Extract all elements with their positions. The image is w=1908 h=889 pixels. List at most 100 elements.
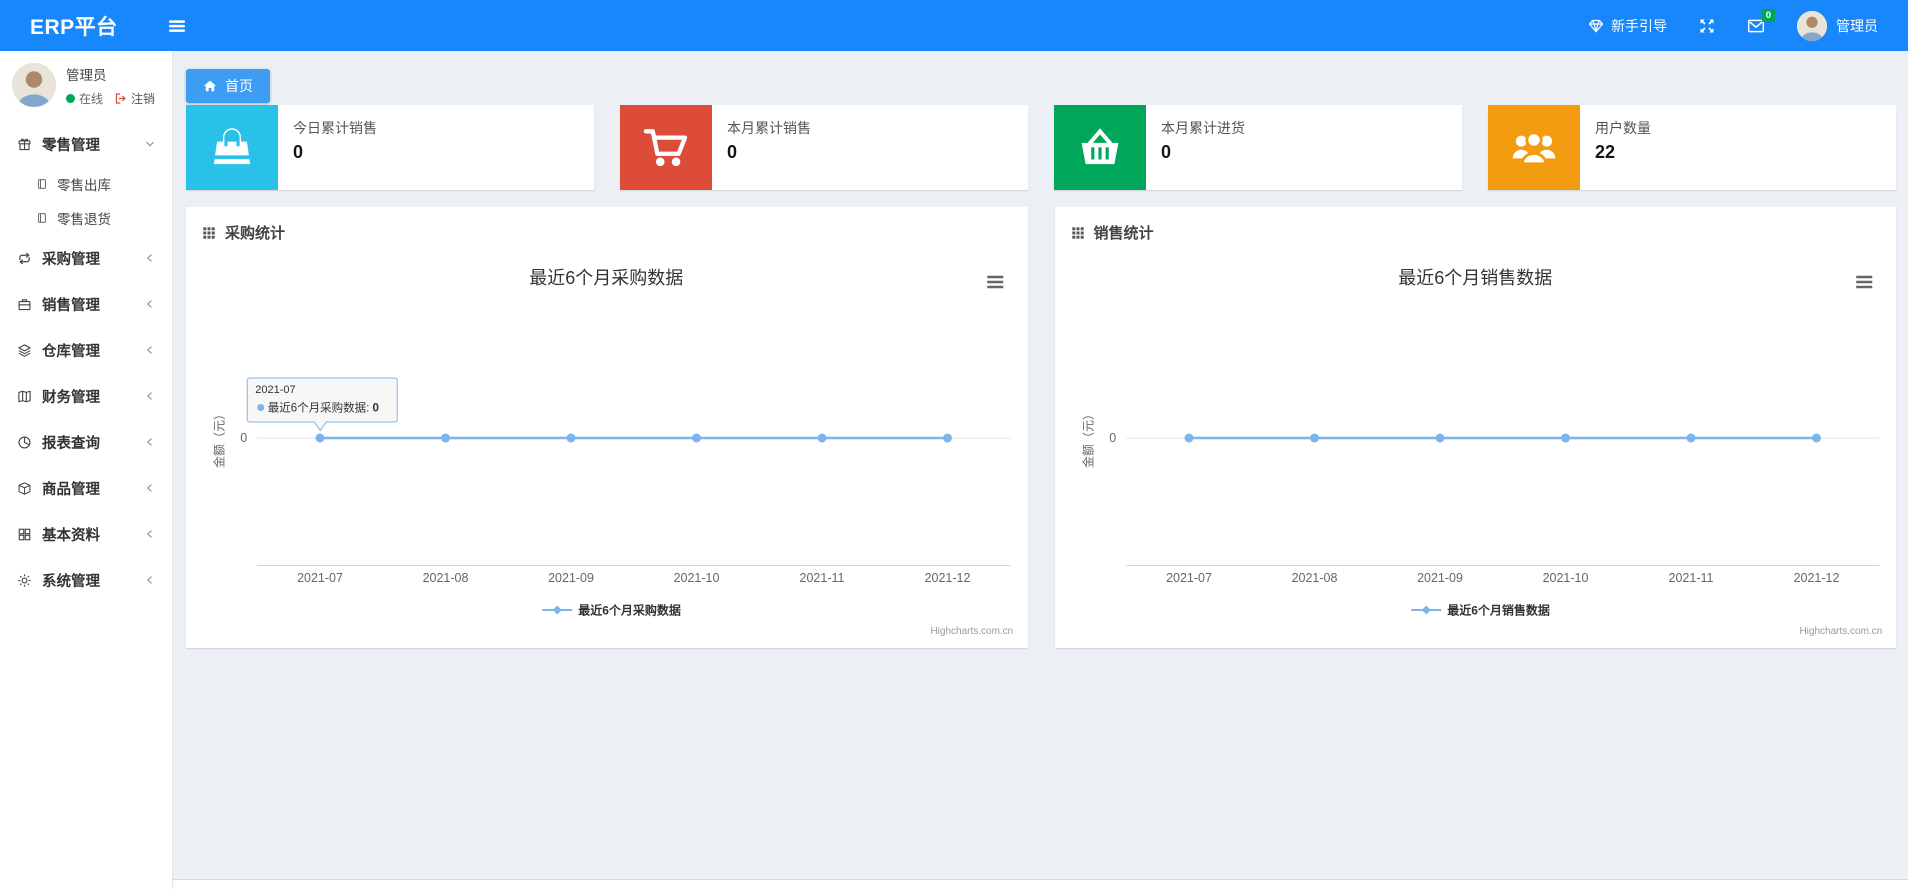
menu-label: 仓库管理: [42, 343, 100, 360]
chart-tooltip: 2021-07 最近6个月采购数据: 0: [246, 377, 398, 432]
stat-card-body: 今日累计销售 0: [278, 105, 392, 190]
sidebar-item-0[interactable]: 零售管理: [0, 121, 172, 167]
x-tick-label: 2021-07: [1166, 571, 1212, 585]
x-tick-label: 2021-09: [548, 571, 594, 585]
panel-title: 采购统计: [225, 225, 286, 242]
sidebar-subitem-0-1[interactable]: 零售退货: [0, 201, 172, 235]
stat-card-body: 本月累计销售 0: [712, 105, 826, 190]
sales-chart: 最近6个月销售数据金额（元） 02021-07 2021-08 2021-09 2021…: [1080, 268, 1882, 637]
navbar-right: 新手引导 0 管理员: [1588, 8, 1908, 41]
sidebar: 管理员 在线 注销 零售管理 零售出库 零售退货 采购管理 销售管理 仓库管理 财务管理 报表…: [0, 51, 173, 889]
footer: [173, 879, 1908, 889]
menu-label: 报表查询: [42, 435, 100, 452]
file-icon: [36, 178, 48, 190]
chart-legend[interactable]: 最近6个月销售数据: [1410, 603, 1550, 618]
sidebar-toggle-button[interactable]: [168, 17, 186, 35]
logout-link[interactable]: 注销: [114, 90, 155, 107]
tab-home[interactable]: 首页: [186, 69, 270, 103]
sidebar-subitem-0-0[interactable]: 零售出库: [0, 167, 172, 201]
chevron-left-icon: [144, 252, 156, 264]
briefcase-icon: [17, 297, 32, 312]
chart-series[interactable]: [315, 433, 953, 443]
sidebar-item-7[interactable]: 基本资料: [0, 511, 172, 557]
x-tick-label: 2021-08: [423, 571, 469, 585]
x-tick-label: 2021-07: [297, 571, 343, 585]
sidebar-item-5[interactable]: 报表查询: [0, 419, 172, 465]
x-tick-label: 2021-11: [1668, 571, 1713, 585]
y-axis-label: 金额（元）: [1080, 408, 1095, 468]
gem-icon: [1588, 18, 1604, 34]
user-menu[interactable]: 管理员: [1797, 10, 1878, 41]
app-logo[interactable]: ERP平台: [0, 11, 118, 41]
logout-label: 注销: [131, 91, 156, 106]
messages-button[interactable]: 0: [1747, 8, 1775, 35]
svg-text:最近6个月采购数据: 最近6个月采购数据: [578, 603, 681, 618]
online-status-dot: [66, 93, 75, 103]
stat-card-0: 今日累计销售 0: [186, 105, 594, 190]
guide-label: 新手引导: [1611, 17, 1667, 34]
sign-out-icon: [114, 92, 127, 105]
sidebar-item-3[interactable]: 仓库管理: [0, 327, 172, 373]
highcharts-credits-link[interactable]: Highcharts.com.cn: [930, 626, 1013, 637]
chevron-left-icon: [144, 344, 156, 356]
sidebar-item-2[interactable]: 销售管理: [0, 281, 172, 327]
layers-icon: [17, 343, 32, 358]
y-tick-label: 0: [1109, 431, 1116, 445]
chevron-left-icon: [144, 390, 156, 402]
stat-card-1: 本月累计销售 0: [620, 105, 1028, 190]
chevron-left-icon: [144, 528, 156, 540]
user-status: 在线 注销: [66, 90, 155, 107]
username: 管理员: [1836, 17, 1878, 34]
erp-dashboard: ERP平台 新手引导 0 管理员 管理员 在线 注销 零售管理 零售出库 零售退…: [0, 0, 1908, 889]
menu-label: 系统管理: [42, 573, 100, 590]
top-navbar: ERP平台 新手引导 0 管理员: [0, 0, 1908, 51]
chevron-left-icon: [144, 574, 156, 586]
guide-link[interactable]: 新手引导: [1588, 16, 1667, 36]
chart-menu-button[interactable]: [1855, 275, 1872, 289]
stat-card-value: 22: [1595, 142, 1616, 162]
fullscreen-button[interactable]: [1699, 18, 1715, 34]
main-content: 首页 今日累计销售 0 本月累计销售 0 本月累计进货 0 用户数量 22 采购统计最近6个月…: [173, 51, 1908, 889]
gear-icon: [17, 573, 32, 588]
chart-menu-button[interactable]: [987, 275, 1004, 289]
x-tick-label: 2021-10: [674, 571, 720, 585]
repeat-icon: [17, 251, 32, 266]
sidebar-menu: 零售管理零售出库零售退货 采购管理销售管理仓库管理财务管理报表查询商品管理基本资料…: [0, 121, 172, 603]
svg-text:2021-07: 2021-07: [255, 384, 295, 396]
pie-chart-icon: [17, 435, 32, 450]
x-tick-label: 2021-12: [1793, 571, 1839, 585]
menu-label: 销售管理: [42, 297, 100, 314]
chart-legend[interactable]: 最近6个月采购数据: [542, 603, 681, 618]
home-icon: [203, 79, 217, 93]
submenu-label: 零售出库: [57, 178, 111, 193]
sidebar-item-1[interactable]: 采购管理: [0, 235, 172, 281]
stat-card-body: 用户数量 22: [1580, 105, 1666, 190]
menu-label: 财务管理: [42, 389, 100, 406]
purchase-stats-panel: 采购统计 最近6个月采购数据 金额（元） 0 2021-07 2021-08 2021-09…: [186, 207, 1028, 648]
th-icon: [1071, 226, 1085, 240]
y-tick-label: 0: [240, 431, 247, 445]
x-tick-label: 2021-11: [800, 571, 845, 585]
stat-card-icon-box: [1488, 105, 1580, 190]
sales-stats-panel: 销售统计 最近6个月销售数据 金额（元） 0 2021-07 2021-08 2021-09…: [1054, 207, 1897, 648]
stat-cards: 今日累计销售 0 本月累计销售 0 本月累计进货 0 用户数量 22: [186, 105, 1896, 190]
chevron-down-icon: [144, 138, 156, 150]
menu-label: 基本资料: [42, 527, 100, 544]
stat-card-body: 本月累计进货 0: [1146, 105, 1260, 190]
highcharts-credits-link[interactable]: Highcharts.com.cn: [1799, 626, 1882, 637]
users-icon: [1511, 125, 1557, 171]
x-tick-label: 2021-08: [1291, 571, 1337, 585]
th-icon: [202, 226, 216, 240]
sidebar-item-4[interactable]: 财务管理: [0, 373, 172, 419]
cart-icon: [643, 125, 689, 171]
menu-label: 零售管理: [42, 137, 100, 154]
chart-series[interactable]: [1184, 433, 1821, 443]
sidebar-item-8[interactable]: 系统管理: [0, 557, 172, 603]
basket-icon: [1077, 125, 1123, 171]
panel-header: 销售统计: [1055, 207, 1897, 243]
sidebar-item-6[interactable]: 商品管理: [0, 465, 172, 511]
stat-card-value: 0: [727, 142, 738, 162]
chevron-left-icon: [144, 482, 156, 494]
stat-card-value: 0: [293, 142, 304, 162]
file-icon: [36, 212, 48, 224]
